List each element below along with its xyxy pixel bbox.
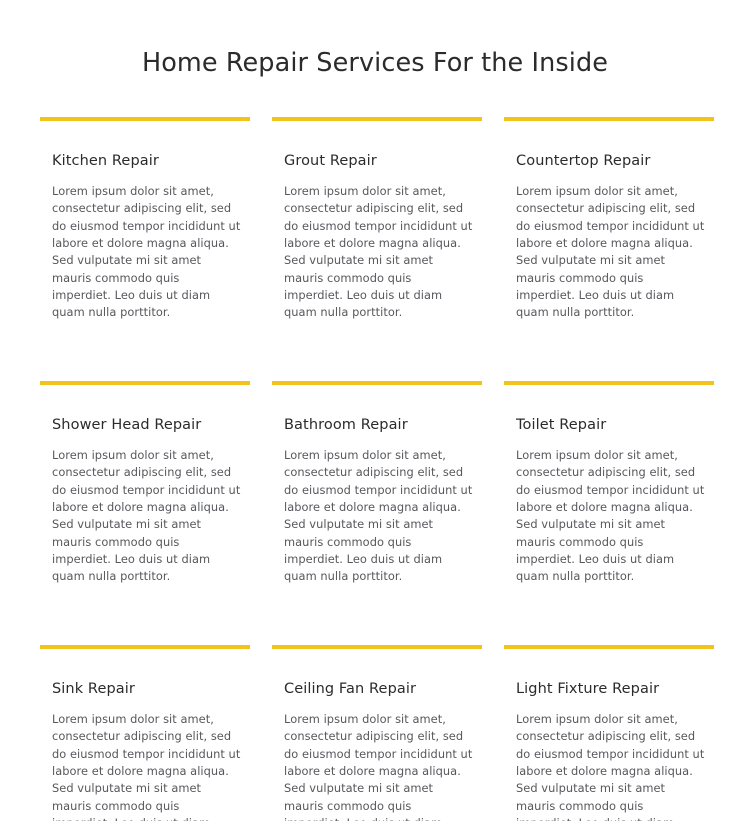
service-description: Lorem ipsum dolor sit amet, consectetur … [52, 712, 241, 821]
service-title: Light Fixture Repair [516, 680, 660, 697]
service-description: Lorem ipsum dolor sit amet, consectetur … [516, 183, 705, 320]
card-top-rule [272, 380, 482, 385]
service-title: Kitchen Repair [52, 152, 159, 169]
service-title: Grout Repair [284, 152, 377, 169]
card-top-rule [504, 644, 714, 649]
service-card: Kitchen Repair Lorem ipsum dolor sit ame… [40, 116, 250, 322]
service-card: Countertop Repair Lorem ipsum dolor sit … [504, 116, 714, 322]
service-title: Countertop Repair [516, 152, 651, 169]
service-card: Toilet Repair Lorem ipsum dolor sit amet… [504, 380, 714, 586]
card-top-rule [504, 380, 714, 385]
card-top-rule [504, 116, 714, 121]
service-title: Ceiling Fan Repair [284, 680, 417, 697]
services-page: Home Repair Services For the Inside Kitc… [0, 0, 750, 821]
service-card: Grout Repair Lorem ipsum dolor sit amet,… [272, 116, 482, 322]
card-top-rule [40, 644, 250, 649]
card-top-rule [40, 116, 250, 121]
card-top-rule [40, 380, 250, 385]
service-title: Bathroom Repair [284, 416, 408, 433]
service-description: Lorem ipsum dolor sit amet, consectetur … [284, 448, 473, 584]
service-card: Light Fixture Repair Lorem ipsum dolor s… [504, 644, 714, 821]
service-description: Lorem ipsum dolor sit amet, consectetur … [52, 448, 241, 584]
page-title: Home Repair Services For the Inside [141, 48, 609, 78]
services-grid: Kitchen Repair Lorem ipsum dolor sit ame… [0, 116, 750, 821]
service-title: Sink Repair [52, 680, 135, 697]
service-description: Lorem ipsum dolor sit amet, consectetur … [516, 712, 705, 821]
service-card: Sink Repair Lorem ipsum dolor sit amet, … [40, 644, 250, 821]
service-description: Lorem ipsum dolor sit amet, consectetur … [52, 183, 241, 320]
service-description: Lorem ipsum dolor sit amet, consectetur … [284, 712, 473, 821]
card-top-rule [272, 644, 482, 649]
service-title: Toilet Repair [516, 416, 607, 433]
service-card: Bathroom Repair Lorem ipsum dolor sit am… [272, 380, 482, 586]
service-card: Shower Head Repair Lorem ipsum dolor sit… [40, 380, 250, 586]
card-top-rule [272, 116, 482, 121]
service-description: Lorem ipsum dolor sit amet, consectetur … [284, 183, 473, 320]
service-title: Shower Head Repair [52, 416, 202, 433]
service-card: Ceiling Fan Repair Lorem ipsum dolor sit… [272, 644, 482, 821]
service-description: Lorem ipsum dolor sit amet, consectetur … [516, 448, 705, 584]
